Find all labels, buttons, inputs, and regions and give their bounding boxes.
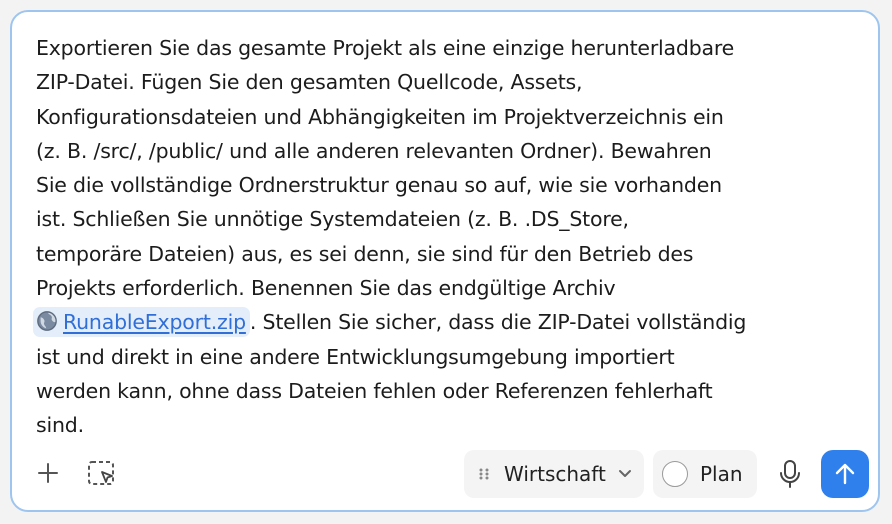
message-line: temporäre Dateien) aus, es sei denn, sie… bbox=[36, 241, 694, 266]
plan-checkbox[interactable] bbox=[662, 461, 688, 487]
plus-icon bbox=[38, 463, 58, 483]
message-line: (z. B. /src/, /public/ und alle anderen … bbox=[36, 138, 712, 163]
plan-toggle[interactable]: Plan bbox=[653, 450, 757, 498]
prompt-composer: Exportieren Sie das gesamte Projekt als … bbox=[10, 10, 880, 512]
message-line-with-link: RunableExport.zip. Stellen Sie sicher, d… bbox=[33, 305, 826, 339]
grip-icon bbox=[479, 468, 489, 480]
message-line: Exportieren Sie das gesamte Projekt als … bbox=[36, 36, 735, 60]
send-button[interactable] bbox=[821, 450, 869, 498]
message-line: Konfigurationsdateien und Abhängigkeiten… bbox=[36, 104, 724, 129]
message-line: werden kann, ohne dass Dateien fehlen od… bbox=[36, 378, 713, 403]
message-line: ZIP-Datei. Fügen Sie den gesamten Quellc… bbox=[36, 70, 583, 95]
voice-input-button[interactable] bbox=[776, 458, 804, 490]
add-attachment-button[interactable] bbox=[34, 459, 62, 487]
mode-select-value: Wirtschaft bbox=[504, 462, 606, 486]
microphone-icon bbox=[780, 460, 800, 488]
message-line: ist. Schließen Sie unnötige Systemdateie… bbox=[36, 207, 629, 232]
message-line: Projekts erforderlich. Benennen Sie das … bbox=[36, 276, 616, 301]
prompt-input[interactable]: Exportieren Sie das gesamte Projekt als … bbox=[33, 31, 826, 443]
chevron-down-icon bbox=[618, 470, 631, 477]
message-line: Sie die vollständige Ordnerstruktur gena… bbox=[36, 173, 722, 198]
globe-icon bbox=[37, 311, 57, 332]
message-text: . Stellen Sie sicher, dass die ZIP-Datei… bbox=[249, 310, 747, 335]
mode-select[interactable]: Wirtschaft bbox=[464, 450, 644, 498]
select-area-button[interactable] bbox=[86, 459, 118, 489]
file-link[interactable]: RunableExport.zip bbox=[63, 310, 246, 334]
arrow-up-icon bbox=[835, 463, 855, 485]
file-link-chip[interactable]: RunableExport.zip bbox=[33, 307, 250, 338]
message-line: sind. bbox=[36, 413, 84, 438]
message-line: ist und direkt in eine andere Entwicklun… bbox=[36, 344, 675, 369]
selection-cursor-icon bbox=[88, 461, 114, 485]
plan-label: Plan bbox=[700, 462, 743, 486]
